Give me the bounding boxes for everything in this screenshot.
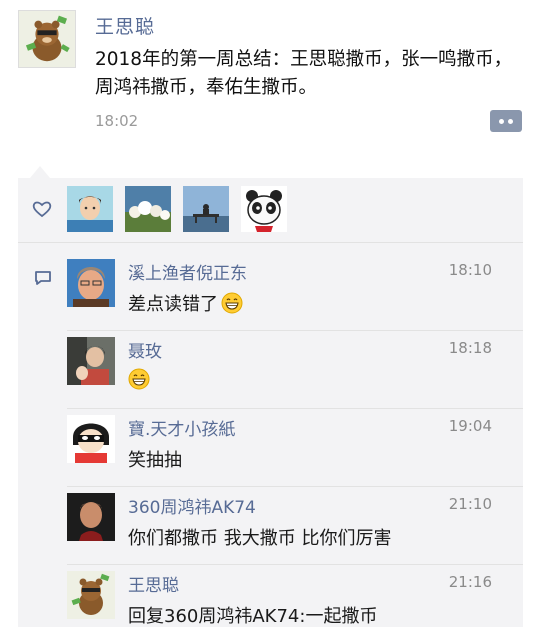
comment-time: 18:18 (448, 339, 492, 357)
post-author-name[interactable]: 王思聪 (95, 12, 155, 39)
comment-item[interactable]: 聂玫 18:18 (18, 331, 523, 409)
commenter-name[interactable]: 溪上渔者倪正东 (128, 259, 247, 284)
comment-time: 19:04 (448, 417, 492, 435)
commenter-name[interactable]: 王思聪 (128, 571, 179, 596)
commenter-name[interactable]: 360周鸿祎AK74 (128, 493, 256, 518)
comment-text: 差点读错了 (128, 290, 243, 316)
feedback-panel: 溪上渔者倪正东 18:10 差点读错了 聂玫 18:18 寶.天才小孩紙 19:… (18, 178, 523, 627)
flowers-photo-avatar[interactable] (125, 186, 171, 232)
comment-item[interactable]: 王思聪 21:16 回复360周鸿祎AK74:一起撒币 (18, 565, 523, 627)
comment-item[interactable]: 360周鸿祎AK74 21:10 你们都撒币 我大撒币 比你们厉害 (18, 487, 523, 565)
panda-avatar[interactable] (241, 186, 287, 232)
commenter-avatar[interactable] (67, 415, 115, 463)
post-content: 2018年的第一周总结：王思聪撒币，张一鸣撒币，周鸿祎撒币，奉佑生撒币。 (95, 49, 513, 98)
comment-text: 回复360周鸿祎AK74:一起撒币 (128, 602, 377, 628)
comment-item[interactable]: 溪上渔者倪正东 18:10 差点读错了 (18, 253, 523, 331)
more-actions-button[interactable] (490, 110, 522, 132)
comment-time: 21:16 (448, 573, 492, 591)
bench-photo-avatar[interactable] (183, 186, 229, 232)
comment-text-content: 你们都撒币 我大撒币 比你们厉害 (128, 528, 392, 549)
comment-text-content: 笑抽抽 (128, 450, 182, 471)
commenter-avatar[interactable] (67, 259, 115, 307)
comment-text (128, 368, 150, 390)
panel-pointer (30, 166, 50, 178)
comment-text-content: 差点读错了 (128, 294, 218, 315)
post-time: 18:02 (95, 112, 139, 130)
author-avatar[interactable] (18, 10, 76, 68)
comment-text: 你们都撒币 我大撒币 比你们厉害 (128, 524, 391, 550)
commenter-name[interactable]: 寶.天才小孩紙 (128, 415, 235, 440)
comment-text-content: 回复360周鸿祎AK74:一起撒币 (128, 606, 378, 627)
commenter-avatar[interactable] (67, 571, 115, 619)
dot-icon (508, 118, 513, 124)
grin-emoji-icon (221, 292, 243, 314)
heart-icon (32, 201, 52, 218)
dot-icon (499, 118, 504, 124)
grin-emoji-icon (128, 368, 150, 390)
commenter-avatar[interactable] (67, 337, 115, 385)
cartoon-boy-avatar[interactable] (67, 186, 113, 232)
likes-row (18, 178, 523, 243)
comment-time: 21:10 (448, 495, 492, 513)
comment-time: 18:10 (448, 261, 492, 279)
comment-item[interactable]: 寶.天才小孩紙 19:04 笑抽抽 (18, 409, 523, 487)
commenter-name[interactable]: 聂玫 (128, 337, 162, 362)
commenter-avatar[interactable] (67, 493, 115, 541)
comment-text: 笑抽抽 (128, 446, 182, 472)
